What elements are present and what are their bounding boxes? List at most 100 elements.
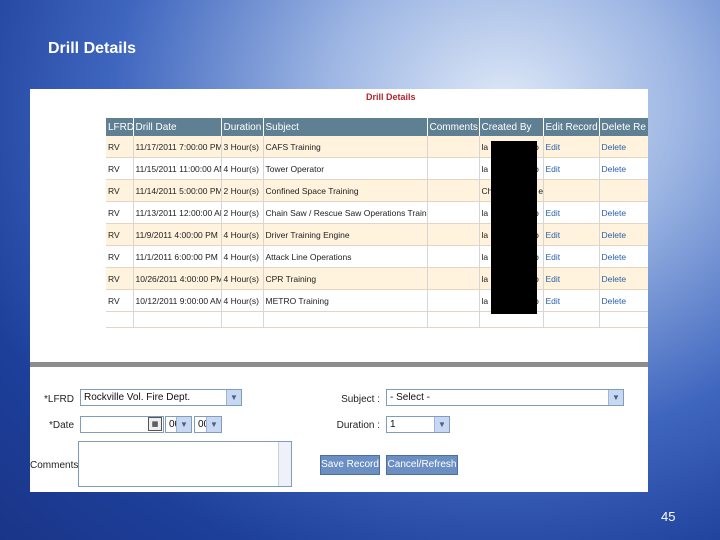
cell-lfrd: RV — [106, 179, 134, 202]
drill-details-screenshot: Drill Details LFRD Drill Date Duration S… — [30, 89, 648, 492]
cell-drill-date: 11/17/2011 7:00:00 PM — [133, 136, 222, 158]
cell-lfrd: RV — [106, 201, 134, 224]
panel-title: Drill Details — [366, 92, 416, 102]
empty-cell — [543, 311, 600, 328]
edit-cell: Edit — [543, 289, 600, 312]
edit-link[interactable]: Edit — [546, 230, 561, 240]
cell-comments — [427, 245, 480, 268]
edit-link[interactable]: Edit — [546, 142, 561, 152]
table-row: RV 11/9/2011 4:00:00 PM 4 Hour(s) Driver Tr… — [106, 223, 648, 246]
edit-link[interactable]: Edit — [546, 296, 561, 306]
column-header-subject[interactable]: Subject — [263, 118, 428, 136]
drill-table: LFRD Drill Date Duration Subject Comment… — [106, 118, 648, 328]
edit-link[interactable]: Edit — [546, 208, 561, 218]
cell-comments — [427, 157, 480, 180]
cell-subject: Driver Training Engine — [263, 223, 428, 246]
cell-duration: 2 Hour(s) — [221, 179, 264, 202]
section-divider — [30, 362, 648, 367]
cell-duration: 4 Hour(s) — [221, 223, 264, 246]
subject-select[interactable]: - Select - ▼ — [386, 389, 624, 406]
duration-select[interactable]: 1 ▼ — [386, 416, 450, 433]
created-by-name: la — [481, 251, 489, 262]
cell-lfrd: RV — [106, 223, 134, 246]
hour-select[interactable]: 00 ▼ — [165, 416, 192, 433]
column-header-lfrd[interactable]: LFRD — [106, 118, 134, 136]
created-by-name: la — [481, 229, 489, 240]
save-record-button[interactable]: Save Record — [320, 455, 380, 475]
column-header-duration[interactable]: Duration — [221, 118, 264, 136]
delete-link[interactable]: Delete — [602, 164, 627, 174]
table-row: RV 11/15/2011 11:00:00 AM 4 Hour(s) Tower O… — [106, 157, 648, 180]
date-label: *Date — [48, 420, 74, 431]
delete-link[interactable]: Delete — [602, 252, 627, 262]
lfrd-select[interactable]: Rockville Vol. Fire Dept. ▼ — [80, 389, 242, 406]
cell-duration: 4 Hour(s) — [221, 289, 264, 312]
edit-link[interactable]: Edit — [546, 252, 561, 262]
column-header-created-by[interactable]: Created By — [479, 118, 544, 136]
comments-textarea[interactable] — [78, 441, 292, 487]
cell-subject: Attack Line Operations — [263, 245, 428, 268]
empty-cell — [106, 311, 134, 328]
calendar-icon[interactable]: ▦ — [148, 417, 162, 431]
edit-cell: Edit — [543, 223, 600, 246]
slide-title: Drill Details — [48, 40, 137, 57]
delete-link[interactable]: Delete — [602, 230, 627, 240]
subject-label: Subject : — [341, 394, 380, 405]
cell-lfrd: RV — [106, 157, 134, 180]
edit-link[interactable]: Edit — [546, 274, 561, 284]
cell-subject: Chain Saw / Rescue Saw Operations Traini… — [263, 201, 428, 224]
delete-cell: Delete — [599, 201, 648, 224]
edit-cell: Edit — [543, 267, 600, 290]
column-header-drill-date[interactable]: Drill Date — [133, 118, 222, 136]
cell-comments — [427, 136, 480, 158]
cell-lfrd: RV — [106, 245, 134, 268]
created-by-name: la — [481, 141, 489, 152]
table-row: RV 10/12/2011 9:00:00 AM 4 Hour(s) METRO Tr… — [106, 289, 648, 312]
edit-cell: Edit — [543, 201, 600, 224]
cell-drill-date: 10/26/2011 4:00:00 PM — [133, 267, 222, 290]
created-by-name-tail: e — [538, 185, 543, 196]
cell-lfrd: RV — [106, 136, 134, 158]
table-row: RV 11/1/2011 6:00:00 PM 4 Hour(s) Attack Li… — [106, 245, 648, 268]
edit-link[interactable]: Edit — [546, 164, 561, 174]
page-number: 45 — [661, 509, 676, 524]
column-header-comments[interactable]: Comments — [427, 118, 480, 136]
delete-cell: Delete — [599, 223, 648, 246]
delete-cell: Delete — [599, 136, 648, 158]
cell-subject: CPR Training — [263, 267, 428, 290]
minute-select[interactable]: 00 ▼ — [194, 416, 222, 433]
delete-link[interactable]: Delete — [602, 142, 627, 152]
table-header-row: LFRD Drill Date Duration Subject Comment… — [106, 118, 648, 136]
lfrd-select-value: Rockville Vol. Fire Dept. — [84, 392, 191, 403]
delete-link[interactable]: Delete — [602, 208, 627, 218]
cell-lfrd: RV — [106, 267, 134, 290]
cell-subject: CAFS Training — [263, 136, 428, 158]
column-header-edit-record: Edit Record — [543, 118, 600, 136]
cell-comments — [427, 223, 480, 246]
cancel-refresh-button[interactable]: Cancel/Refresh — [386, 455, 458, 475]
redaction-block — [491, 141, 537, 314]
created-by-name: la — [481, 207, 489, 218]
cell-drill-date: 11/15/2011 11:00:00 AM — [133, 157, 222, 180]
cell-duration: 4 Hour(s) — [221, 157, 264, 180]
delete-link[interactable]: Delete — [602, 274, 627, 284]
cell-subject: Tower Operator — [263, 157, 428, 180]
delete-link[interactable]: Delete — [602, 296, 627, 306]
chevron-down-icon: ▼ — [206, 417, 221, 432]
empty-cell — [263, 311, 428, 328]
cell-drill-date: 10/12/2011 9:00:00 AM — [133, 289, 222, 312]
edit-cell: Edit — [543, 136, 600, 158]
duration-label: Duration : — [336, 420, 380, 431]
cell-lfrd: RV — [106, 289, 134, 312]
delete-cell: Delete — [599, 245, 648, 268]
comments-label: Comments — [30, 460, 79, 471]
cell-comments — [427, 179, 480, 202]
cell-comments — [427, 267, 480, 290]
edit-cell: Edit — [543, 157, 600, 180]
table-empty-row — [106, 311, 648, 328]
textarea-scrollbar[interactable] — [278, 442, 291, 486]
cell-duration: 3 Hour(s) — [221, 136, 264, 158]
empty-cell — [427, 311, 480, 328]
cell-subject: METRO Training — [263, 289, 428, 312]
table-row: RV 11/13/2011 12:00:00 AM 2 Hour(s) Chain S… — [106, 201, 648, 224]
